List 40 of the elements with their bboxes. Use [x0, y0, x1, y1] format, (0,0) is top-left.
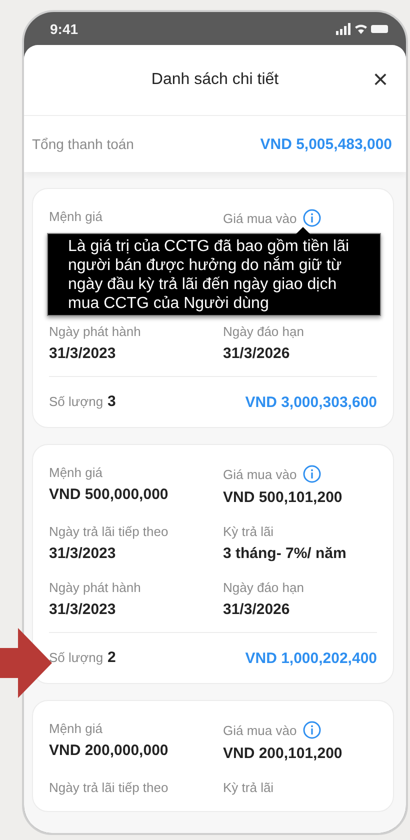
field-label: Giá mua vào — [223, 722, 297, 738]
close-button[interactable]: × — [368, 67, 392, 91]
field-label: Ngày phát hành — [49, 580, 141, 595]
field-value: 3 tháng- 7%/ năm — [223, 545, 348, 562]
quantity-value: 3 — [108, 393, 116, 410]
total-label: Tổng thanh toán — [32, 136, 134, 152]
field-value: 31/3/2023 — [49, 601, 117, 618]
field-label: Mệnh giá — [49, 209, 102, 224]
field-value: VND 200,101,200 — [223, 745, 344, 762]
field-value: 31/3/2023 — [49, 545, 117, 562]
field-label: Mệnh giá — [49, 721, 102, 736]
quantity-value: 2 — [108, 649, 116, 666]
header-title: Danh sách chi tiết — [151, 71, 279, 89]
total-amount: VND 5,005,483,000 — [260, 136, 392, 152]
field-value: 31/3/2023 — [49, 345, 117, 362]
field-label: Mệnh giá — [49, 465, 102, 480]
field-label: Ngày đáo hạn — [223, 580, 304, 595]
field-value: 31/3/2026 — [223, 601, 291, 618]
field-label: Kỳ trả lãi — [223, 780, 274, 795]
field-value: VND 500,000,000 — [49, 486, 170, 503]
field-label: Ngày trả lãi tiếp theo — [49, 524, 168, 539]
card-amount: VND 1,000,202,400 — [245, 650, 377, 666]
info-icon[interactable] — [302, 721, 321, 739]
info-icon[interactable] — [302, 209, 321, 227]
field-label: Ngày trả lãi tiếp theo — [49, 780, 168, 795]
field-value: VND 200,000,000 — [49, 742, 170, 759]
info-icon[interactable] — [302, 465, 321, 483]
tooltip-pointer — [296, 227, 310, 234]
field-label: Giá mua vào — [223, 466, 297, 482]
field-label: Giá mua vào — [223, 210, 297, 226]
field-value: 31/3/2026 — [223, 345, 291, 362]
field-label: Ngày đáo hạn — [223, 324, 304, 339]
card-amount: VND 3,000,303,600 — [245, 394, 377, 410]
field-label: Kỳ trả lãi — [223, 524, 274, 539]
quantity-label: Số lượng — [49, 394, 104, 409]
field-label: Ngày phát hành — [49, 324, 141, 339]
status-time: 9:41 — [50, 20, 78, 36]
status-icons — [336, 22, 388, 34]
field-value: VND 500,101,200 — [223, 489, 344, 506]
quantity-label: Số lượng — [49, 650, 104, 665]
